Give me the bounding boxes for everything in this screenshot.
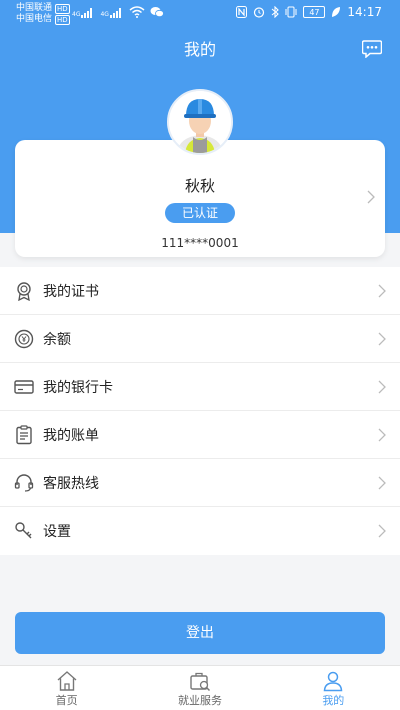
chevron-right-icon xyxy=(378,284,386,298)
menu-list: 我的证书 余额 我的银行卡 我的账单 客服热线 设置 xyxy=(0,267,400,555)
chevron-right-icon xyxy=(367,190,375,204)
signal-icon xyxy=(81,8,93,18)
carrier-info: 中国联通 HD 中国电信 HD xyxy=(16,3,70,25)
battery-indicator: 47 xyxy=(303,6,326,18)
certificate-icon xyxy=(17,282,31,301)
wifi-icon xyxy=(129,6,145,18)
signal-icon xyxy=(109,8,121,18)
balance-icon xyxy=(14,329,34,349)
network-type-2: 4G xyxy=(100,11,109,18)
alarm-icon xyxy=(254,7,265,18)
menu-item-balance[interactable]: 余额 xyxy=(0,315,400,363)
verified-badge: 已认证 xyxy=(165,203,235,223)
menu-item-label: 我的证书 xyxy=(43,283,99,300)
chevron-right-icon xyxy=(378,476,386,490)
message-icon[interactable] xyxy=(362,40,382,58)
signal-1: 4G xyxy=(72,8,95,18)
worker-avatar-icon xyxy=(169,91,231,153)
clock: 14:17 xyxy=(347,5,382,19)
chevron-right-icon xyxy=(378,380,386,394)
nfc-icon xyxy=(236,6,248,18)
logout-button[interactable]: 登出 xyxy=(15,612,385,654)
tab-job-service[interactable]: 就业服务 xyxy=(133,666,266,710)
menu-item-customer-service[interactable]: 客服热线 xyxy=(0,459,400,507)
menu-item-certificate[interactable]: 我的证书 xyxy=(0,267,400,315)
wechat-icon xyxy=(150,7,164,18)
user-name: 秋秋 xyxy=(184,177,215,195)
avatar[interactable] xyxy=(167,89,233,155)
profile-card[interactable]: 秋秋 已认证 111****0001 xyxy=(15,140,385,257)
menu-item-label: 余额 xyxy=(43,331,71,348)
vibrate-icon xyxy=(285,6,297,18)
tab-label: 我的 xyxy=(322,694,345,707)
chevron-right-icon xyxy=(378,428,386,442)
leaf-icon xyxy=(332,7,341,17)
profile-icon xyxy=(324,671,343,692)
status-bar: 中国联通 HD 中国电信 HD 4G 4G 47 14:17 xyxy=(0,0,400,28)
menu-item-settings[interactable]: 设置 xyxy=(0,507,400,555)
network-type-1: 4G xyxy=(72,11,81,18)
bank-card-icon xyxy=(14,380,34,394)
menu-item-label: 我的银行卡 xyxy=(43,379,113,396)
signal-indicators: 4G 4G xyxy=(72,6,164,18)
signal-2: 4G xyxy=(100,8,123,18)
carrier-1: 中国联通 xyxy=(16,3,53,13)
job-service-icon xyxy=(190,672,211,692)
menu-item-label: 设置 xyxy=(43,524,71,540)
status-right: 47 14:17 xyxy=(236,5,382,19)
hd-badge: HD xyxy=(55,3,70,14)
home-icon xyxy=(57,671,77,691)
bottom-tab-bar: 首页 就业服务 我的 xyxy=(0,665,400,710)
hd-badge: HD xyxy=(55,14,70,25)
chevron-right-icon xyxy=(378,524,386,538)
tab-profile[interactable]: 我的 xyxy=(267,666,400,710)
settings-icon xyxy=(15,522,32,539)
bill-icon xyxy=(16,425,32,445)
menu-item-label: 客服热线 xyxy=(43,475,99,492)
tab-label: 就业服务 xyxy=(177,694,222,707)
menu-item-label: 我的账单 xyxy=(43,427,99,444)
bluetooth-icon xyxy=(272,6,280,18)
menu-item-bank-card[interactable]: 我的银行卡 xyxy=(0,363,400,411)
menu-item-bill[interactable]: 我的账单 xyxy=(0,411,400,459)
page-title: 我的 xyxy=(183,40,216,59)
tab-home[interactable]: 首页 xyxy=(0,666,133,710)
headset-icon xyxy=(14,474,34,492)
carrier-2: 中国电信 xyxy=(16,14,53,24)
tab-label: 首页 xyxy=(55,694,78,707)
user-phone: 111****0001 xyxy=(161,236,239,250)
chevron-right-icon xyxy=(378,332,386,346)
